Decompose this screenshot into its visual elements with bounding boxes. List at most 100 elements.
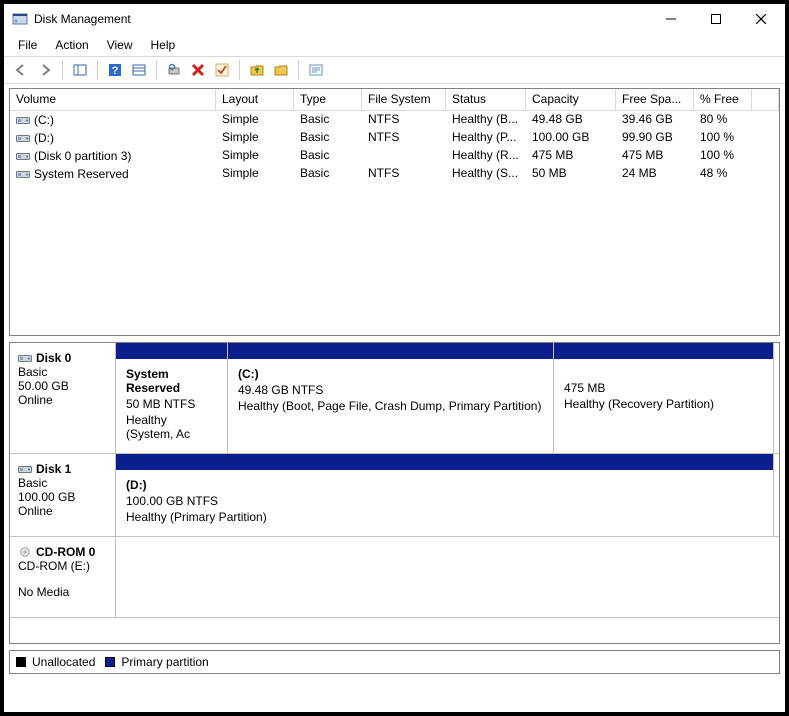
disk-info[interactable]: Disk 0Basic50.00 GBOnline	[10, 343, 116, 453]
partition-box[interactable]: 475 MBHealthy (Recovery Partition)	[554, 359, 774, 453]
volume-list-header: Volume Layout Type File System Status Ca…	[10, 89, 779, 111]
volume-layout: Simple	[216, 129, 294, 147]
list-button[interactable]	[128, 59, 150, 81]
refresh-button[interactable]	[163, 59, 185, 81]
column-blank[interactable]	[752, 89, 779, 111]
volume-layout: Simple	[216, 111, 294, 129]
disk-row: Disk 0Basic50.00 GBOnlineSystem Reserved…	[10, 343, 779, 454]
volume-type: Basic	[294, 111, 362, 129]
disk-row: CD-ROM 0CD-ROM (E:)No Media	[10, 537, 779, 618]
toolbar-separator	[156, 60, 157, 80]
column-pctfree[interactable]: % Free	[694, 89, 752, 111]
column-layout[interactable]: Layout	[216, 89, 294, 111]
disk-map: Disk 0Basic50.00 GBOnlineSystem Reserved…	[9, 342, 780, 644]
volume-free: 99.90 GB	[616, 129, 694, 147]
volume-list: Volume Layout Type File System Status Ca…	[9, 88, 780, 336]
titlebar[interactable]: Disk Management	[4, 4, 785, 34]
volume-name: (D:)	[10, 129, 216, 147]
disk-partitions: System Reserved50 MB NTFSHealthy (System…	[116, 343, 779, 453]
volume-capacity: 50 MB	[526, 165, 616, 183]
volume-fs: NTFS	[362, 111, 446, 129]
volume-status: Healthy (R...	[446, 147, 526, 165]
volume-capacity: 49.48 GB	[526, 111, 616, 129]
volume-row[interactable]: System ReservedSimpleBasicNTFSHealthy (S…	[10, 165, 779, 183]
close-button[interactable]	[738, 5, 783, 33]
folder-up-button[interactable]	[246, 59, 268, 81]
partition-box[interactable]: (D:)100.00 GB NTFSHealthy (Primary Parti…	[116, 470, 774, 536]
partition-box[interactable]: (C:)49.48 GB NTFSHealthy (Boot, Page Fil…	[228, 359, 554, 453]
maximize-button[interactable]	[693, 5, 738, 33]
partition-strip	[116, 343, 228, 359]
legend-label-unallocated: Unallocated	[32, 655, 95, 669]
toolbar: ?	[4, 56, 785, 84]
toolbar-separator	[298, 60, 299, 80]
volume-fs: NTFS	[362, 165, 446, 183]
volume-row[interactable]: (Disk 0 partition 3)SimpleBasic Healthy (…	[10, 147, 779, 165]
partition-box[interactable]: System Reserved50 MB NTFSHealthy (System…	[116, 359, 228, 453]
disk-type: Basic	[18, 365, 107, 379]
volume-capacity: 475 MB	[526, 147, 616, 165]
legend-swatch-unallocated	[16, 657, 26, 667]
disk-type: Basic	[18, 476, 107, 490]
column-type[interactable]: Type	[294, 89, 362, 111]
toolbar-separator	[97, 60, 98, 80]
legend-label-primary: Primary partition	[121, 655, 208, 669]
column-volume[interactable]: Volume	[10, 89, 216, 111]
delete-button[interactable]	[187, 59, 209, 81]
volume-name: (Disk 0 partition 3)	[10, 147, 216, 165]
volume-row[interactable]: (D:)SimpleBasicNTFSHealthy (P...100.00 G…	[10, 129, 779, 147]
volume-status: Healthy (S...	[446, 165, 526, 183]
folder-button[interactable]	[270, 59, 292, 81]
toolbar-separator	[62, 60, 63, 80]
properties-button[interactable]	[305, 59, 327, 81]
show-hide-tree-button[interactable]	[69, 59, 91, 81]
help-button[interactable]: ?	[104, 59, 126, 81]
volume-pctfree: 100 %	[694, 129, 752, 147]
legend: Unallocated Primary partition	[9, 650, 780, 674]
menu-action[interactable]: Action	[47, 36, 96, 54]
partition-strip	[116, 454, 774, 470]
back-button[interactable]	[10, 59, 32, 81]
disk-size: 50.00 GB	[18, 379, 107, 393]
window-title: Disk Management	[34, 12, 648, 26]
volume-layout: Simple	[216, 165, 294, 183]
partition-info: 50 MB NTFS	[126, 397, 217, 411]
disk-name: Disk 1	[18, 462, 107, 476]
partition-health: Healthy (Recovery Partition)	[564, 397, 763, 411]
volume-type: Basic	[294, 147, 362, 165]
volume-free: 24 MB	[616, 165, 694, 183]
disk-partitions: (D:)100.00 GB NTFSHealthy (Primary Parti…	[116, 454, 779, 536]
volume-row[interactable]: (C:)SimpleBasicNTFSHealthy (B...49.48 GB…	[10, 111, 779, 129]
column-status[interactable]: Status	[446, 89, 526, 111]
column-filesystem[interactable]: File System	[362, 89, 446, 111]
disk-partitions	[116, 537, 779, 617]
partition-info: 49.48 GB NTFS	[238, 383, 543, 397]
disk-row: Disk 1Basic100.00 GBOnline (D:) 100.00 GB …	[10, 454, 779, 537]
column-free[interactable]: Free Spa...	[616, 89, 694, 111]
menu-file[interactable]: File	[10, 36, 45, 54]
window-root: Disk Management File Action View Help ?	[3, 3, 786, 713]
disk-info[interactable]: CD-ROM 0CD-ROM (E:)No Media	[10, 537, 116, 617]
menu-view[interactable]: View	[99, 36, 141, 54]
volume-layout: Simple	[216, 147, 294, 165]
menu-help[interactable]: Help	[143, 36, 184, 54]
partition-info: 100.00 GB NTFS	[126, 494, 763, 508]
disk-status: Online	[18, 393, 107, 407]
disk-empty	[116, 537, 779, 617]
disk-name: CD-ROM 0	[18, 545, 107, 559]
forward-button[interactable]	[34, 59, 56, 81]
partition-strip	[228, 343, 554, 359]
volume-status: Healthy (B...	[446, 111, 526, 129]
volume-capacity: 100.00 GB	[526, 129, 616, 147]
volume-fs	[362, 147, 446, 165]
check-button[interactable]	[211, 59, 233, 81]
disk-status: No Media	[18, 585, 107, 599]
partition-label: (D:)	[126, 478, 763, 492]
volume-free: 475 MB	[616, 147, 694, 165]
minimize-button[interactable]	[648, 5, 693, 33]
disk-size: 100.00 GB	[18, 490, 107, 504]
disk-info[interactable]: Disk 1Basic100.00 GBOnline	[10, 454, 116, 536]
partition-label: (C:)	[238, 367, 543, 381]
column-capacity[interactable]: Capacity	[526, 89, 616, 111]
window-buttons	[648, 5, 783, 33]
